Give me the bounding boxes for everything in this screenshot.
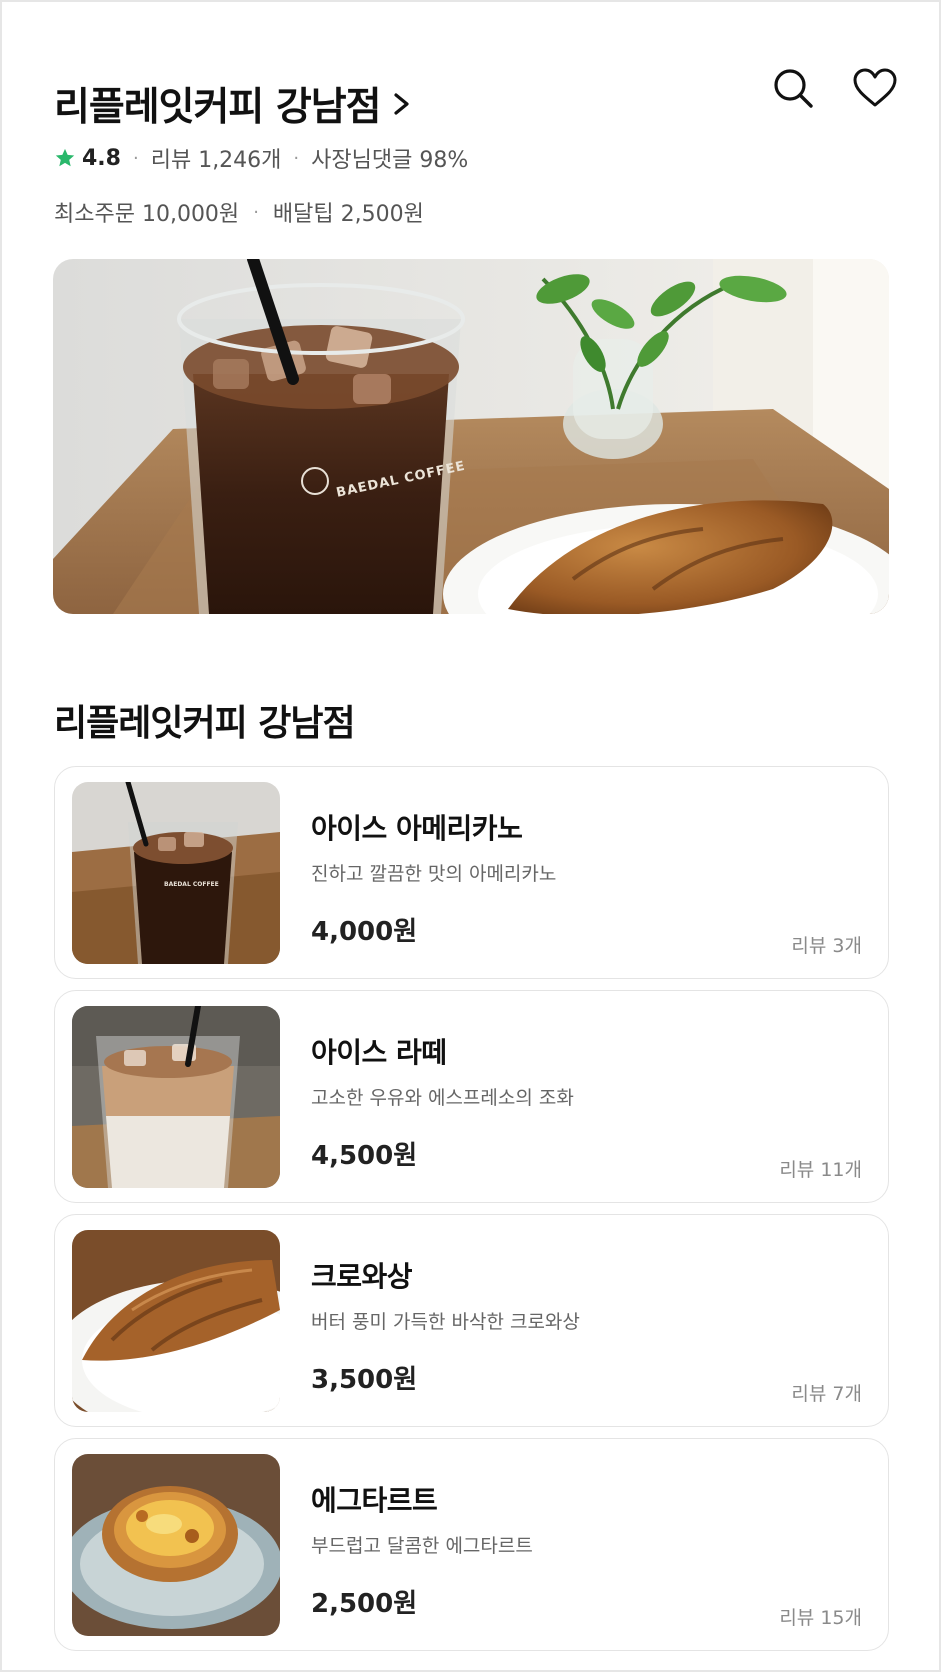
- delivery-tip: 배달팁 2,500원: [272, 202, 424, 227]
- order-info: 최소주문 10,000원 · 배달팁 2,500원: [54, 196, 424, 228]
- menu-item-description: 부드럽고 달콤한 에그타르트: [311, 1535, 533, 1557]
- menu-list: BAEDAL COFFEE 아이스 아메리카노 진하고 깔끔한 맛의 아메리카노…: [54, 766, 889, 1662]
- cup-brand-text: BAEDAL COFFEE: [164, 881, 219, 888]
- menu-item-name: 크로와상: [311, 1260, 413, 1293]
- menu-item-image: [72, 1230, 280, 1412]
- menu-item-review-count: 리뷰 3개: [791, 935, 862, 957]
- menu-item-review-count: 리뷰 11개: [779, 1159, 862, 1181]
- separator-dot: ·: [253, 201, 259, 223]
- store-title-link[interactable]: 리플레잇커피 강남점: [54, 76, 413, 132]
- owner-reply-rate: 사장님댓글 98%: [311, 148, 469, 173]
- menu-item-review-count: 리뷰 7개: [791, 1383, 862, 1405]
- favorite-button[interactable]: [849, 62, 901, 114]
- menu-item-price: 2,500원: [311, 1589, 418, 1619]
- menu-item-price: 3,500원: [311, 1365, 418, 1395]
- menu-item-review-count: 리뷰 15개: [779, 1607, 862, 1629]
- menu-item-card[interactable]: 에그타르트 부드럽고 달콤한 에그타르트 2,500원 리뷰 15개: [54, 1438, 889, 1651]
- menu-item-description: 진하고 깔끔한 맛의 아메리카노: [311, 863, 557, 885]
- menu-item-price: 4,000원: [311, 917, 418, 947]
- menu-item-description: 고소한 우유와 에스프레소의 조화: [311, 1087, 574, 1109]
- menu-item-card[interactable]: 크로와상 버터 풍미 가득한 바삭한 크로와상 3,500원 리뷰 7개: [54, 1214, 889, 1427]
- store-name: 리플레잇커피 강남점: [54, 85, 381, 130]
- menu-section-title: 리플레잇커피 강남점: [54, 703, 356, 744]
- separator-dot: ·: [132, 147, 139, 169]
- store-hero-image: BAEDAL COFFEE: [53, 259, 889, 614]
- store-rating: 4.8: [82, 145, 121, 171]
- menu-item-image: [72, 1006, 280, 1188]
- store-stats: 4.8 · 리뷰 1,246개 · 사장님댓글 98%: [54, 142, 468, 174]
- search-icon: [774, 69, 813, 108]
- menu-item-name: 에그타르트: [311, 1484, 438, 1517]
- menu-item-image: [72, 1454, 280, 1636]
- menu-item-image: BAEDAL COFFEE: [72, 782, 280, 964]
- menu-item-description: 버터 풍미 가득한 바삭한 크로와상: [311, 1311, 580, 1333]
- min-order: 최소주문 10,000원: [54, 202, 240, 227]
- menu-item-price: 4,500원: [311, 1141, 418, 1171]
- chevron-right-icon: [393, 93, 409, 115]
- search-button[interactable]: [767, 62, 819, 114]
- review-count[interactable]: 리뷰 1,246개: [151, 142, 282, 174]
- menu-item-card[interactable]: BAEDAL COFFEE 아이스 아메리카노 진하고 깔끔한 맛의 아메리카노…: [54, 766, 889, 979]
- separator-dot: ·: [293, 147, 300, 169]
- store-header: 리플레잇커피 강남점: [54, 68, 897, 132]
- star-icon: [55, 148, 75, 167]
- menu-item-card[interactable]: 아이스 라떼 고소한 우유와 에스프레소의 조화 4,500원 리뷰 11개: [54, 990, 889, 1203]
- menu-item-name: 아이스 아메리카노: [311, 812, 523, 845]
- heart-icon: [853, 68, 897, 107]
- menu-item-name: 아이스 라떼: [311, 1036, 447, 1069]
